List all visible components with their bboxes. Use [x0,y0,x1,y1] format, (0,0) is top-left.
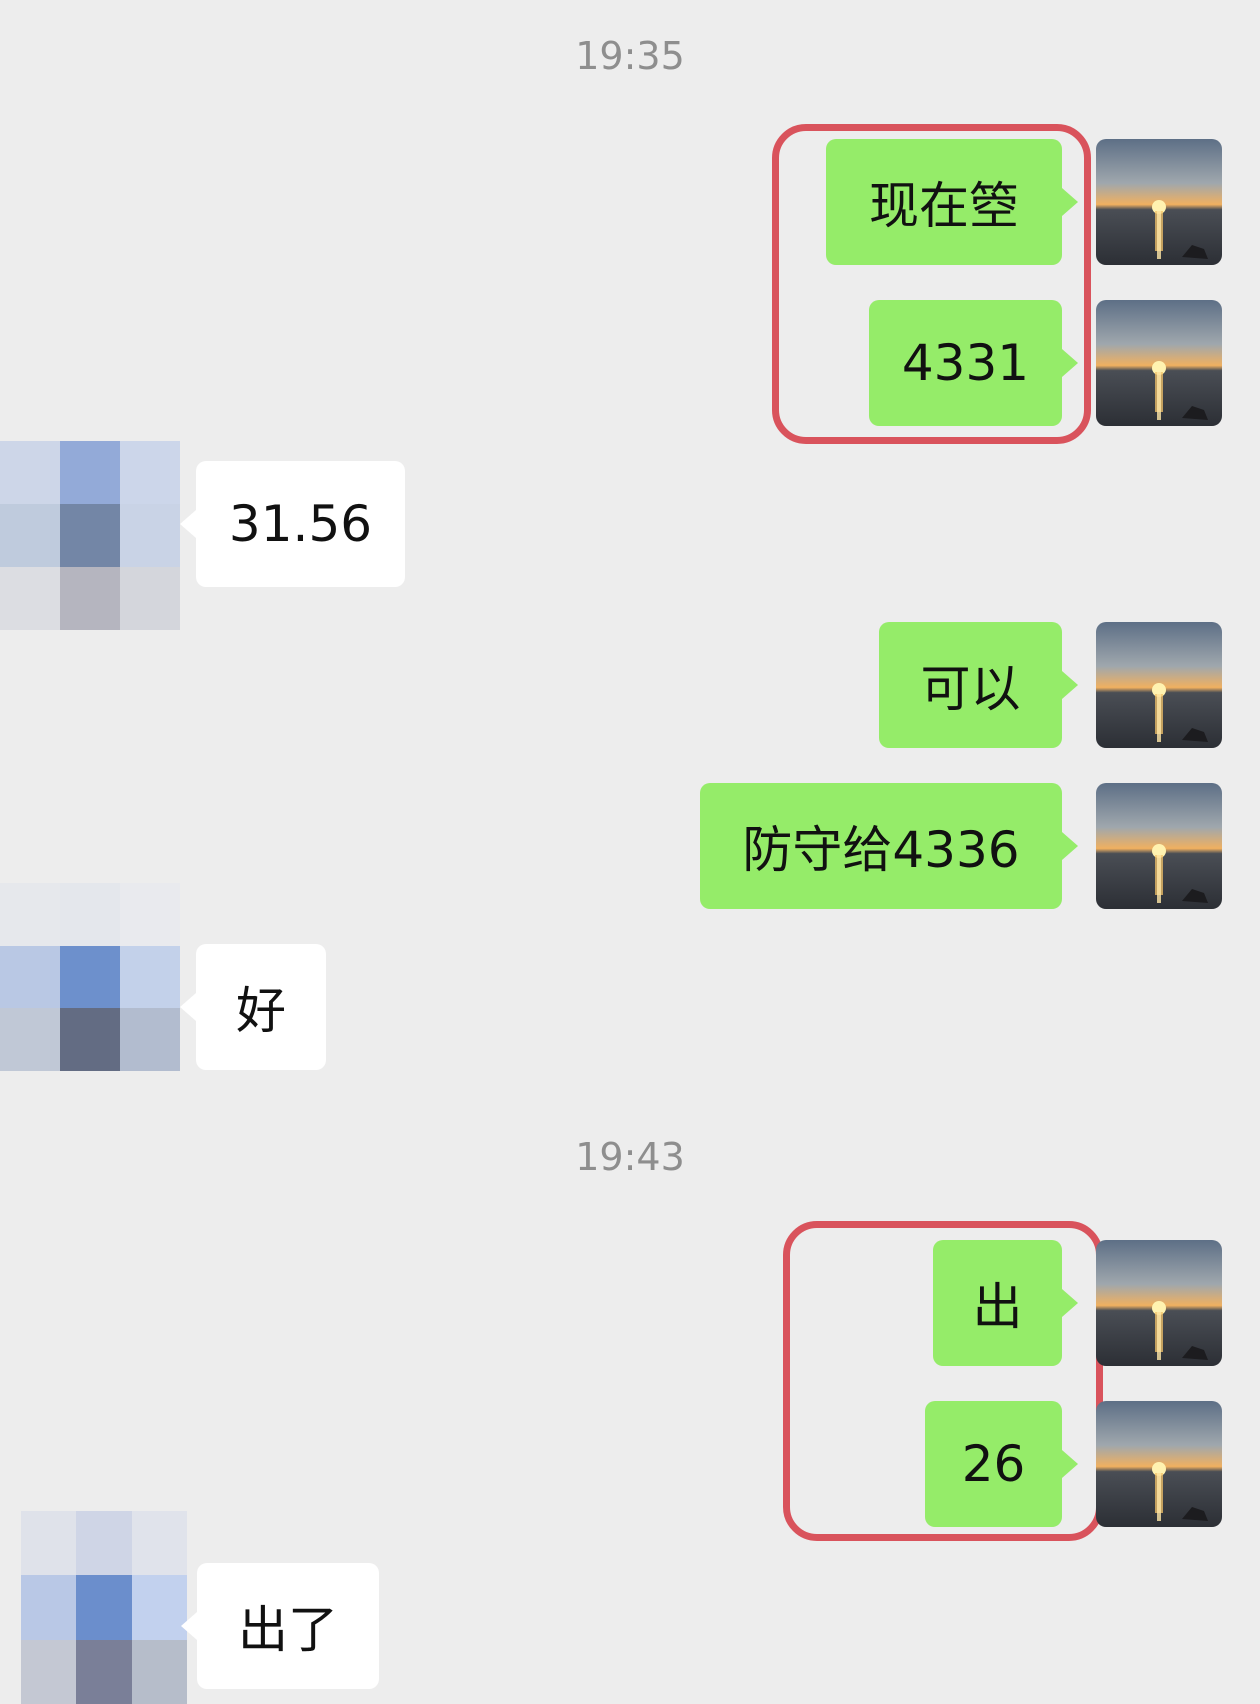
sent-message-bubble[interactable]: 出 [933,1240,1078,1366]
timestamp: 19:43 [575,1135,685,1179]
sent-message-bubble[interactable]: 4331 [869,300,1078,426]
timestamp: 19:35 [575,34,685,78]
sent-message-bubble[interactable]: 26 [925,1401,1078,1527]
received-message-bubble[interactable]: 好 [180,944,326,1070]
sent-message-bubble[interactable]: 现在箜 [826,139,1078,265]
self-avatar-icon[interactable] [1096,300,1222,426]
sent-message-bubble[interactable]: 防守给4336 [700,783,1078,909]
received-message-bubble[interactable]: 出了 [181,1563,379,1689]
contact-avatar-icon[interactable] [21,1511,187,1704]
self-avatar-icon[interactable] [1096,1401,1222,1527]
contact-avatar-icon[interactable] [0,883,180,1071]
sent-message-bubble[interactable]: 可以 [879,622,1078,748]
self-avatar-icon[interactable] [1096,1240,1222,1366]
received-message-bubble[interactable]: 31.56 [180,461,405,587]
self-avatar-icon[interactable] [1096,622,1222,748]
contact-avatar-icon[interactable] [0,441,180,630]
self-avatar-icon[interactable] [1096,139,1222,265]
self-avatar-icon[interactable] [1096,783,1222,909]
